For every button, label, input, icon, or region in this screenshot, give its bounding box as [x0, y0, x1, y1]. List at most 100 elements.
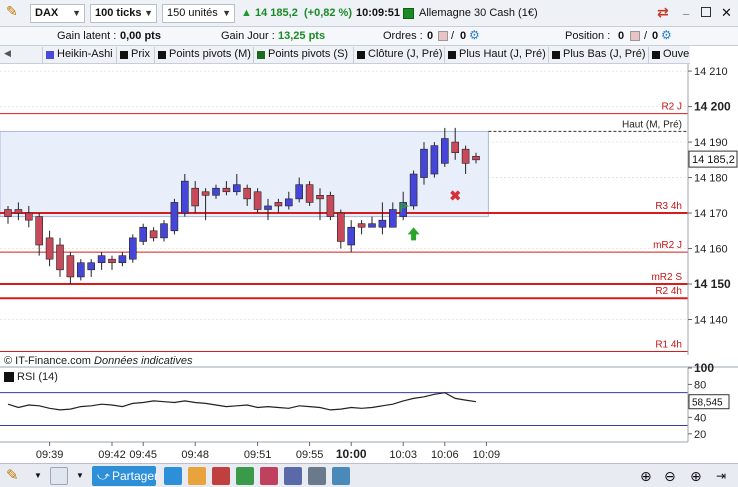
units-selector[interactable]: 150 unités ▼: [162, 4, 235, 23]
gain-latent-value: 0,00 pts: [120, 30, 161, 42]
scroll-right-icon[interactable]: ⇥: [716, 467, 734, 485]
layout-icon[interactable]: [284, 467, 302, 485]
sell-signal-cross-icon[interactable]: ✖: [449, 187, 461, 203]
zoom-fit-icon[interactable]: ⊕: [640, 467, 658, 485]
candle-body: [357, 223, 366, 228]
price-panel[interactable]: R2 J Haut (M, Pré) R3 4h mR2 J mR2 S R2 4h R1 …: [0, 64, 738, 368]
indicator-label: Points pivots (S): [268, 48, 349, 60]
level-label: mR2 S: [651, 272, 682, 283]
time-tick-label: 09:45: [129, 449, 157, 461]
level-label: mR2 J: [653, 240, 682, 251]
grid-icon[interactable]: [308, 467, 326, 485]
currency-exchange-icon[interactable]: ⇄: [657, 4, 669, 21]
rsi-tick-label: 40: [694, 412, 706, 424]
instrument-selector[interactable]: DAX ▼: [30, 4, 85, 23]
indicator-pivots-s[interactable]: Points pivots (S): [253, 47, 348, 63]
price-tick-label: 14 160: [694, 244, 728, 256]
chart-area[interactable]: R2 J Haut (M, Pré) R3 4h mR2 J mR2 S R2 4h R1 …: [0, 64, 738, 463]
indicator-icon[interactable]: [236, 467, 254, 485]
position-gear-icon[interactable]: ⚙: [661, 28, 672, 43]
market-flag-icon: [403, 8, 414, 19]
candle-body: [233, 184, 241, 193]
candle-body: [326, 195, 335, 217]
candle-body: [45, 237, 54, 260]
candle[interactable]: [129, 234, 137, 263]
position-close-icon[interactable]: [630, 31, 640, 41]
candle[interactable]: [409, 170, 418, 210]
indicator-label: Heikin-Ashi: [57, 48, 113, 60]
share-button[interactable]: ⤻ Partager: [92, 466, 159, 486]
candle[interactable]: [430, 142, 439, 178]
maximize-icon[interactable]: [701, 7, 711, 17]
drawing-tools-icon[interactable]: ✎: [6, 467, 24, 485]
orders-separator: /: [451, 30, 455, 42]
pencil-icon[interactable]: ✎: [6, 3, 18, 20]
candle[interactable]: [326, 191, 335, 221]
candle-body: [264, 205, 272, 210]
price-tick-label: 14 210: [694, 66, 728, 78]
time-tick-label: 09:39: [36, 449, 64, 461]
candle[interactable]: [305, 181, 314, 206]
time-tick-label: 10:06: [431, 449, 459, 461]
time-tick-label: 10:09: [473, 449, 501, 461]
indicator-label: Plus Haut (J, Pré): [459, 48, 546, 60]
candle-body: [347, 226, 356, 246]
candle-body: [97, 255, 106, 264]
position-value-2: 0: [652, 30, 659, 42]
last-update-time: 10:09:51: [356, 7, 401, 19]
share-icon: ⤻: [97, 469, 110, 483]
candle[interactable]: [170, 198, 179, 235]
time-tick-label: 09:48: [181, 449, 209, 461]
level-label: R2 4h: [655, 286, 682, 297]
share-label: Partager: [112, 469, 159, 483]
indicator-color-swatch: [46, 51, 54, 59]
candle-body: [451, 141, 460, 154]
price-tick-label: 14 180: [694, 173, 728, 185]
indicator-plus-bas[interactable]: Plus Bas (J, Pré): [548, 47, 646, 63]
zoom-in-icon[interactable]: ⊕: [690, 467, 708, 485]
candle-body: [139, 226, 147, 242]
rsi-tick-label: 20: [694, 429, 706, 441]
calendar-icon[interactable]: [188, 467, 206, 485]
list-icon[interactable]: [212, 467, 230, 485]
position-label: Position :: [565, 30, 611, 42]
last-price: 14 185,2: [255, 7, 298, 19]
comment-icon[interactable]: [164, 467, 182, 485]
indicator-color-swatch: [652, 51, 660, 59]
candle-body: [160, 223, 168, 239]
candle-body: [222, 187, 231, 193]
settings-icon[interactable]: [332, 467, 350, 485]
indicator-scroll-left-icon[interactable]: ◀: [4, 48, 11, 59]
candle-body: [388, 209, 397, 228]
indicator-cloture[interactable]: Clôture (J, Pré): [353, 47, 443, 63]
candle[interactable]: [253, 188, 262, 214]
instrument-label: DAX: [35, 7, 59, 19]
current-price-label: 14 185,2: [692, 154, 735, 166]
orders-cancel-icon[interactable]: [438, 31, 448, 41]
indicator-heikin-ashi[interactable]: Heikin-Ashi: [42, 47, 113, 63]
zoom-out-icon[interactable]: ⊖: [664, 467, 682, 485]
candle-body: [24, 212, 33, 221]
candle-body: [378, 219, 387, 228]
rsi-label[interactable]: RSI (14): [17, 371, 58, 383]
time-tick-label: 10:00: [336, 447, 367, 461]
indicator-plus-haut[interactable]: Plus Haut (J, Pré): [444, 47, 546, 63]
interval-selector[interactable]: 100 ticks ▼: [90, 4, 157, 23]
indicator-label: Prix: [131, 48, 150, 60]
close-icon[interactable]: ✕: [721, 4, 732, 21]
indicator-prix[interactable]: Prix: [116, 47, 150, 63]
indicator-label: Clôture (J, Pré): [368, 48, 443, 60]
indicator-ouverture[interactable]: Ouve: [648, 47, 689, 63]
price-tick-label: 14 200: [694, 100, 731, 114]
chart-type-icon[interactable]: [50, 467, 68, 485]
alert-icon[interactable]: [260, 467, 278, 485]
indicator-pivots-m[interactable]: Points pivots (M): [154, 47, 251, 63]
indicator-color-swatch: [257, 51, 265, 59]
minimize-icon[interactable]: _: [683, 2, 689, 19]
rsi-panel[interactable]: 1008060402058,545: [0, 361, 730, 442]
candle-body: [430, 145, 439, 175]
candle-body: [14, 209, 23, 214]
candle-body: [181, 180, 189, 214]
level-label: R2 J: [661, 102, 682, 113]
orders-gear-icon[interactable]: ⚙: [469, 28, 480, 43]
